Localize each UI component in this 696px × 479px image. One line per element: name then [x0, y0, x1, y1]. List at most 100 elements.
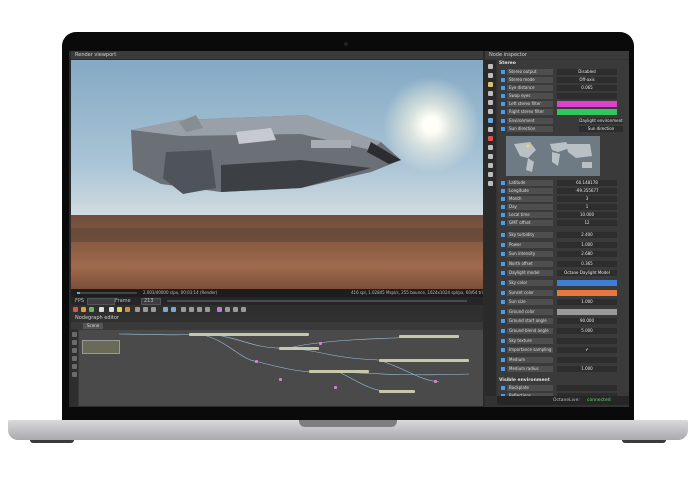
inspector-row[interactable]: Backplate [499, 385, 627, 391]
row-value[interactable]: 60.148178 [557, 180, 617, 186]
row-value[interactable] [557, 93, 617, 99]
inspector-row[interactable]: Sky texture [499, 337, 627, 344]
row-value[interactable] [557, 289, 617, 296]
render-target-icon[interactable] [488, 127, 493, 132]
inspector-row[interactable]: Ground color [499, 308, 627, 315]
row-value[interactable] [557, 337, 617, 344]
row-checkbox[interactable] [501, 357, 505, 362]
row-value[interactable]: 0.365 [557, 260, 617, 267]
row-value[interactable]: -99.355677 [557, 188, 617, 194]
inspector-row[interactable]: Stereo output Disabled [499, 69, 627, 75]
texture-icon[interactable] [488, 100, 493, 105]
row-checkbox[interactable] [501, 221, 505, 225]
rotate-icon[interactable] [197, 307, 202, 312]
row-value[interactable]: 5.000 [557, 328, 617, 334]
inspector-row[interactable]: GMT offset 12 [499, 220, 627, 226]
environment-value[interactable]: Daylight environment [579, 118, 623, 124]
translate-icon[interactable] [189, 307, 194, 312]
graph-node[interactable] [189, 333, 309, 336]
row-checkbox[interactable] [501, 189, 505, 193]
world-map[interactable] [506, 136, 600, 176]
inspector-row[interactable]: Sun intensity 2.680 [499, 251, 627, 258]
timeline-scrubber[interactable] [167, 300, 467, 302]
graph-node-pin[interactable] [334, 386, 337, 389]
environment-icon[interactable] [488, 118, 493, 123]
row-value[interactable]: Disabled [557, 69, 617, 75]
row-checkbox[interactable] [501, 205, 505, 209]
row-checkbox[interactable] [501, 300, 505, 305]
pause-icon[interactable] [125, 307, 130, 312]
viewport-resolution-icon[interactable] [171, 307, 176, 312]
section-visible-environment[interactable]: Visible environment [499, 378, 550, 384]
row-value[interactable]: 3 [557, 196, 617, 202]
nodegraph-canvas[interactable] [79, 330, 483, 406]
inspector-row[interactable]: Daylight model Octane Daylight Model [499, 270, 627, 277]
row-checkbox[interactable] [501, 233, 505, 237]
fit-view-icon[interactable] [72, 364, 77, 369]
row-value[interactable]: 1.000 [557, 241, 617, 248]
row-value[interactable]: Octane Daylight Model [557, 270, 617, 277]
row-value[interactable]: 2.400 [557, 232, 617, 238]
render-viewport[interactable] [71, 60, 483, 289]
inspector-row[interactable]: Sky turbidity 2.400 [499, 232, 627, 238]
row-checkbox[interactable] [501, 309, 505, 314]
collapse-icon[interactable] [72, 372, 77, 377]
ungroup-icon[interactable] [72, 356, 77, 361]
row-checkbox[interactable] [501, 329, 505, 333]
row-checkbox[interactable] [501, 319, 505, 324]
tab-scene[interactable]: Scene [83, 323, 104, 329]
material-picker-icon[interactable] [151, 307, 156, 312]
row-checkbox[interactable] [501, 281, 505, 285]
row-value[interactable]: 1 [557, 204, 617, 210]
inspector-row[interactable]: Power 1.000 [499, 241, 627, 248]
row-checkbox[interactable] [501, 242, 505, 247]
row-value[interactable]: 2.680 [557, 251, 617, 258]
camera-tool-icon[interactable] [81, 307, 86, 312]
pin-icon[interactable] [488, 64, 493, 69]
stop-icon[interactable] [99, 307, 104, 312]
row-value[interactable] [557, 308, 617, 315]
environment-row[interactable]: Environment Daylight environment [499, 118, 627, 124]
graph-node-pin[interactable] [279, 378, 282, 381]
row-checkbox[interactable] [501, 290, 505, 295]
world-icon[interactable] [217, 307, 222, 312]
row-value[interactable]: 12 [557, 220, 617, 226]
row-value[interactable]: ✔ [557, 347, 617, 354]
inspector-row[interactable]: Local time 10.000 [499, 212, 627, 218]
row-value[interactable]: 1.000 [557, 366, 617, 373]
row-checkbox[interactable] [501, 386, 505, 390]
inspector-row[interactable]: Medium [499, 356, 627, 363]
section-stereo[interactable]: Stereo [499, 61, 516, 67]
focus-picker-icon[interactable] [135, 307, 140, 312]
row-value[interactable] [557, 356, 617, 363]
inspector-row[interactable]: Left stereo filter [499, 101, 627, 107]
row-value[interactable]: 0.065 [557, 85, 617, 91]
row-checkbox[interactable] [501, 338, 505, 343]
restart-icon[interactable] [109, 307, 114, 312]
inspector-row[interactable]: Longitude -99.355677 [499, 188, 627, 194]
info-icon[interactable] [488, 172, 493, 177]
align-icon[interactable] [72, 340, 77, 345]
row-value[interactable] [557, 109, 617, 115]
geometry-icon[interactable] [488, 109, 493, 114]
inspector-row[interactable]: Ground start angle 90.000 [499, 318, 627, 325]
record-icon[interactable] [73, 307, 78, 312]
render-region-icon[interactable] [89, 307, 94, 312]
add-node-icon[interactable] [72, 332, 77, 337]
row-checkbox[interactable] [501, 70, 505, 74]
imager-icon[interactable] [488, 145, 493, 150]
material-icon[interactable] [488, 91, 493, 96]
row-checkbox[interactable] [501, 86, 505, 90]
inspector-row[interactable]: Month 3 [499, 196, 627, 202]
graph-node[interactable] [309, 370, 369, 373]
inspector-row[interactable]: Latitude 60.148178 [499, 180, 627, 186]
lock-icon[interactable] [163, 307, 168, 312]
graph-node[interactable] [279, 347, 319, 350]
white-balance-icon[interactable] [143, 307, 148, 312]
graph-node[interactable] [399, 335, 459, 338]
row-value[interactable] [557, 101, 617, 107]
row-checkbox[interactable] [501, 94, 505, 98]
row-value[interactable] [557, 385, 617, 391]
row-checkbox[interactable] [501, 213, 505, 217]
script-icon[interactable] [488, 181, 493, 186]
